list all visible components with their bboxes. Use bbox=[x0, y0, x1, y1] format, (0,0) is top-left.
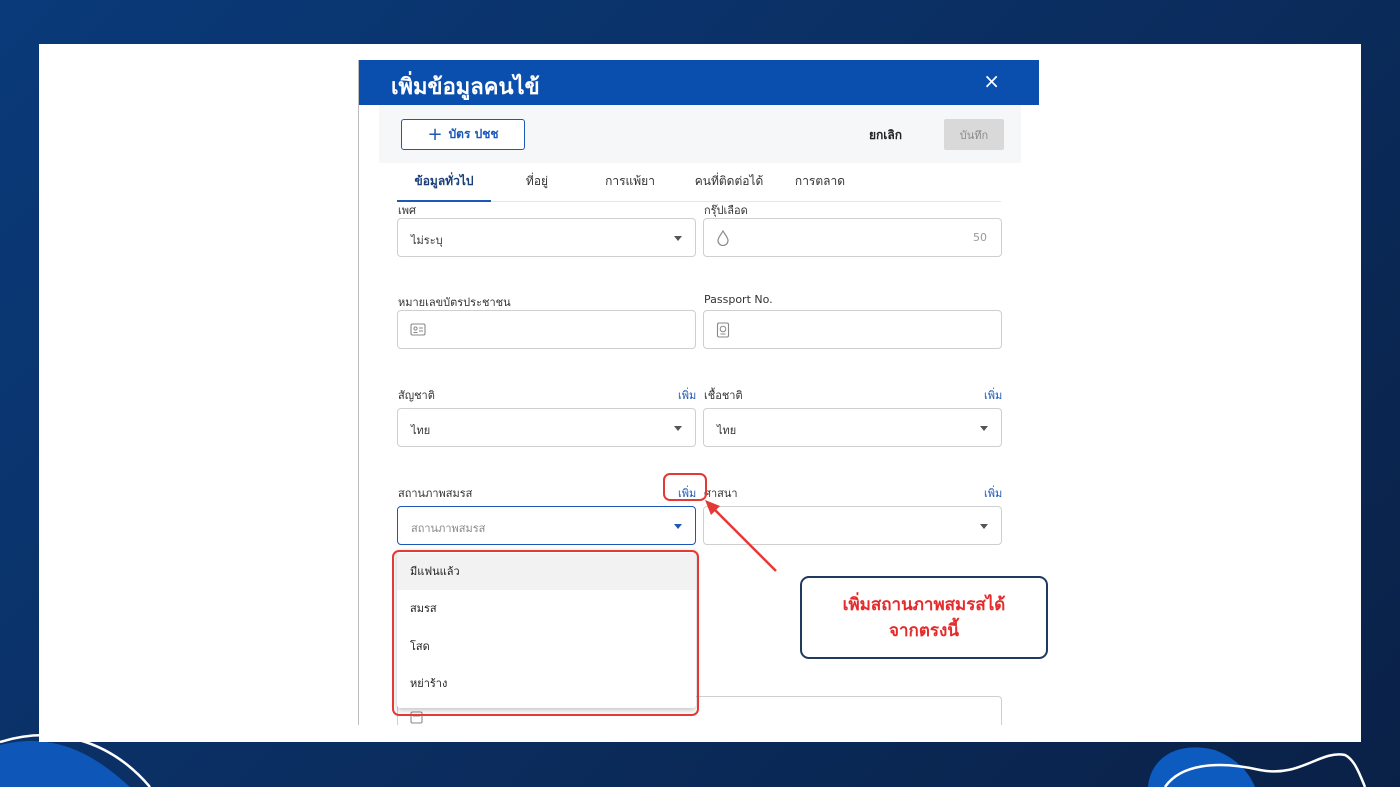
annotation-callout: เพิ่มสถานภาพสมรสได้ จากตรงนี้ bbox=[800, 576, 1048, 659]
annotation-line-2: จากตรงนี้ bbox=[889, 620, 959, 641]
annotation-line-1: เพิ่มสถานภาพสมรสได้ bbox=[842, 594, 1006, 615]
annotation-arrow bbox=[705, 500, 777, 572]
